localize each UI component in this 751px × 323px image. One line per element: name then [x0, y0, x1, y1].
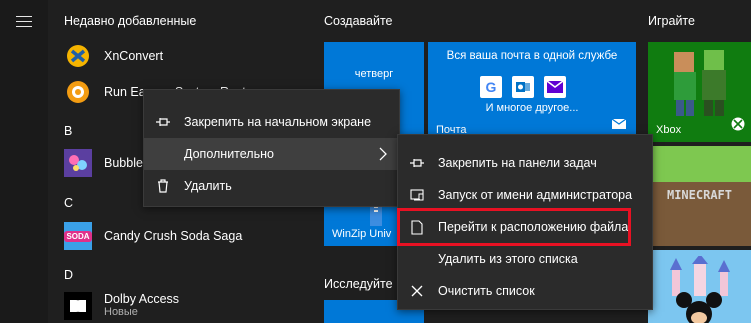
menu-label: Удалить: [184, 179, 232, 193]
trash-icon: [155, 178, 171, 194]
menu-uninstall[interactable]: Удалить: [144, 170, 399, 202]
xbox-tile-label: Xbox: [656, 124, 682, 136]
empty-icon-slot: [155, 146, 171, 162]
group-title-play[interactable]: Играйте: [648, 14, 695, 28]
empty-icon-slot: [409, 251, 425, 267]
menu-pin-to-taskbar[interactable]: Закрепить на панели задач: [398, 147, 652, 179]
dolby-icon: [64, 292, 92, 320]
app-name: Candy Crush Soda Saga: [104, 229, 243, 243]
xbox-avatars-image: [656, 48, 748, 118]
mail-heading: Вся ваша почта в одной службе: [446, 50, 618, 62]
menu-run-as-admin[interactable]: Запуск от имени администратора: [398, 179, 652, 211]
candy-crush-icon: SODA: [64, 222, 92, 250]
chevron-right-icon: [379, 147, 387, 164]
candy-icon-text: SODA: [64, 230, 92, 242]
group-title-explore[interactable]: Исследуйте: [324, 277, 393, 291]
bubble-game-icon: [64, 149, 92, 177]
menu-remove-from-list[interactable]: Удалить из этого списка: [398, 243, 652, 275]
app-dolby-access[interactable]: Dolby Access Новые: [64, 292, 179, 322]
mail-tile[interactable]: Вся ваша почта в одной службе G И многое…: [428, 42, 636, 142]
app-name: Bubble: [104, 156, 143, 170]
mickey-icon: [674, 292, 724, 323]
minecraft-tile[interactable]: MINECRAFT: [648, 146, 751, 246]
xbox-tile[interactable]: Xbox: [648, 42, 751, 142]
recently-added-title: Недавно добавленные: [64, 14, 197, 28]
letter-header-b[interactable]: B: [64, 124, 72, 138]
minecraft-grass: [648, 146, 751, 182]
envelope-icon: [611, 116, 627, 134]
menu-more[interactable]: Дополнительно: [144, 138, 399, 170]
app-name: XnConvert: [104, 49, 164, 63]
menu-clear-list[interactable]: Очистить список: [398, 275, 652, 307]
app-context-menu: Закрепить на начальном экране Дополнител…: [143, 89, 400, 207]
app-bubble[interactable]: Bubble: [64, 147, 143, 179]
pin-icon: [409, 155, 425, 171]
eassos-icon: [64, 78, 92, 106]
group-title-create[interactable]: Создавайте: [324, 14, 393, 28]
start-left-rail: [0, 0, 48, 323]
menu-label: Запуск от имени администратора: [438, 188, 633, 202]
menu-label: Удалить из этого списка: [438, 252, 578, 266]
xbox-logo-icon: [731, 117, 745, 136]
close-icon: [409, 283, 425, 299]
app-new-badge: Новые: [104, 306, 138, 318]
xnconvert-icon: [64, 42, 92, 70]
app-xnconvert[interactable]: XnConvert: [64, 40, 163, 72]
google-icon: G: [480, 76, 502, 98]
app-name: Dolby Access: [104, 292, 180, 306]
yahoo-mail-icon: [544, 76, 566, 98]
highlight-box: [397, 208, 631, 246]
mail-more-text: И многое другое...: [485, 102, 579, 114]
winzip-tile-label: WinZip Univ: [332, 228, 392, 240]
letter-header-c[interactable]: C: [64, 196, 73, 210]
hamburger-menu-icon[interactable]: [16, 16, 32, 27]
menu-label: Очистить список: [438, 284, 535, 298]
pin-icon: [155, 114, 171, 130]
calendar-day: четверг: [354, 68, 394, 80]
menu-pin-to-start[interactable]: Закрепить на начальном экране: [144, 106, 399, 138]
winzip-icon: [368, 204, 384, 231]
shield-icon: [409, 187, 425, 203]
minecraft-logo-text: MINECRAFT: [666, 188, 733, 202]
disney-magic-kingdoms-tile[interactable]: [648, 250, 751, 323]
menu-label: Дополнительно: [184, 147, 274, 161]
menu-label: Закрепить на панели задач: [438, 156, 597, 170]
castle-image: [658, 254, 742, 296]
menu-label: Закрепить на начальном экране: [184, 115, 372, 129]
outlook-icon: [512, 76, 534, 98]
letter-header-d[interactable]: D: [64, 268, 73, 282]
app-candy-crush[interactable]: SODA Candy Crush Soda Saga: [64, 220, 242, 252]
